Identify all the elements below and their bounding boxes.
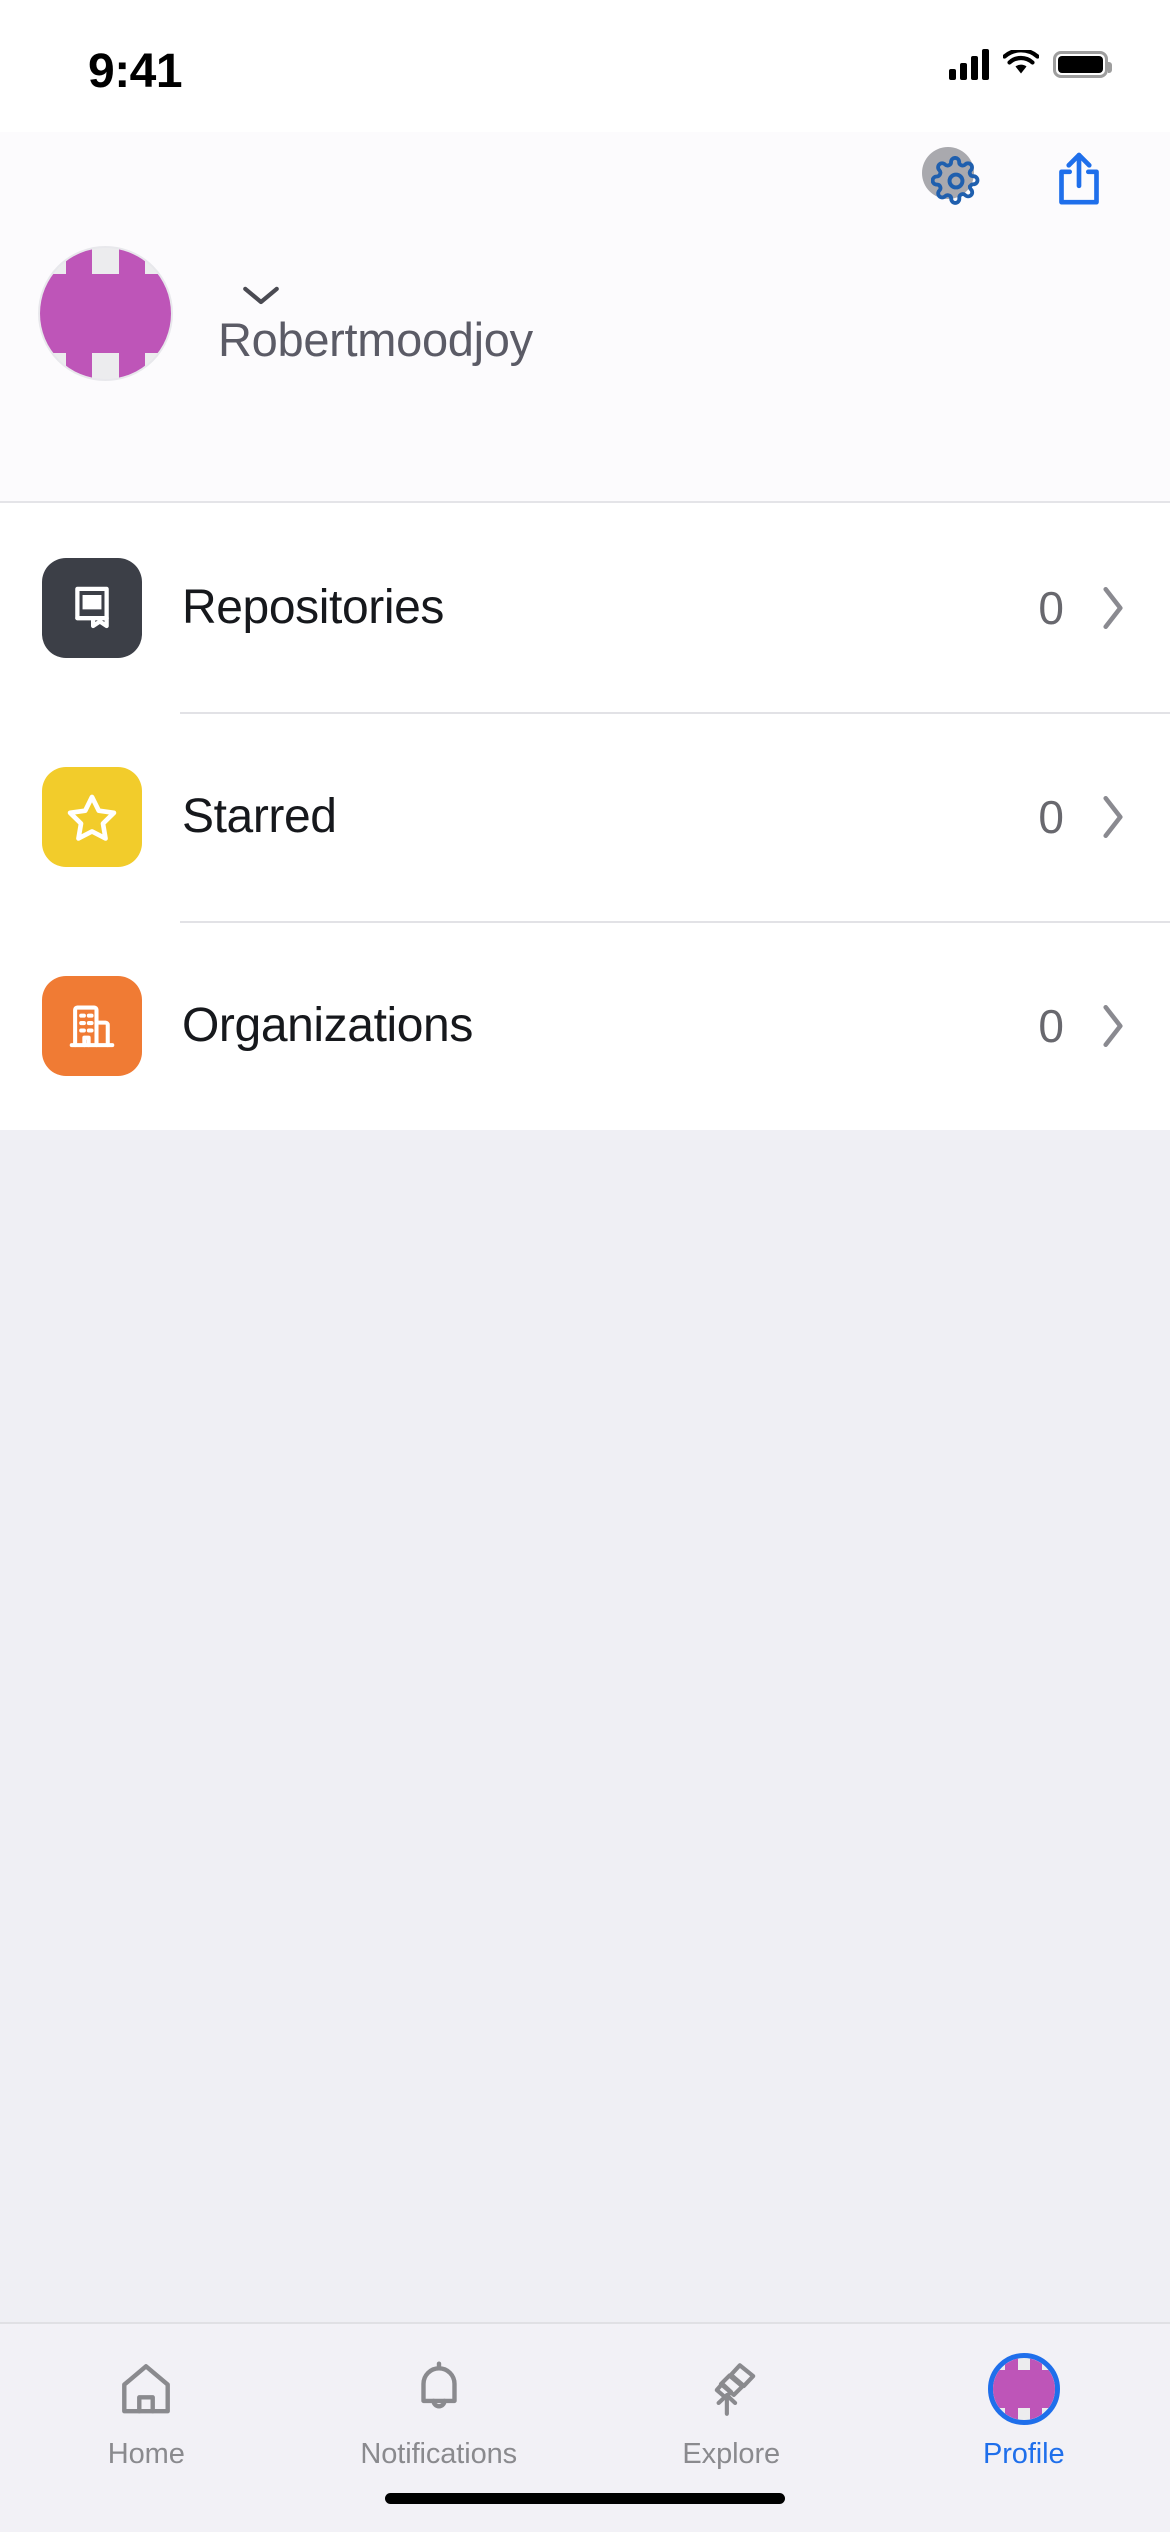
organization-building-icon (42, 975, 142, 1076)
status-bar: 9:41 (0, 0, 1170, 132)
profile-username: Robertmoodjoy (218, 313, 533, 366)
empty-content-area (0, 1130, 1170, 2322)
tab-explore[interactable]: Explore (585, 2350, 878, 2471)
gear-icon (918, 143, 992, 217)
header-toolbar (0, 132, 1170, 228)
settings-button[interactable] (918, 143, 992, 217)
tab-label: Explore (682, 2438, 781, 2470)
list-item-label: Organizations (182, 999, 473, 1052)
share-button[interactable] (1042, 143, 1116, 217)
list-item-starred[interactable]: Starred 0 (0, 712, 1170, 921)
wifi-icon (1003, 50, 1039, 74)
repo-book-icon (42, 557, 142, 658)
profile-avatar-icon (987, 2350, 1060, 2428)
list-item-repositories[interactable]: Repositories 0 (0, 503, 1170, 712)
status-bar-time: 9:41 (88, 45, 183, 98)
list-separator (180, 921, 1170, 923)
list-item-count: 0 (1038, 790, 1064, 843)
list-item-organizations[interactable]: Organizations 0 (0, 921, 1170, 1130)
star-icon (42, 766, 142, 867)
home-indicator (385, 2493, 785, 2504)
status-bar-indicators (949, 48, 1112, 80)
list-item-count: 0 (1038, 581, 1064, 634)
identicon-avatar-small (987, 2353, 1060, 2425)
list-item-label: Repositories (182, 581, 444, 634)
tab-label: Notifications (360, 2438, 518, 2470)
chevron-right-icon (1103, 586, 1123, 629)
profile-name-block: Robertmoodjoy (218, 282, 533, 366)
identicon-avatar[interactable] (38, 246, 173, 381)
home-icon (115, 2350, 177, 2428)
tab-home[interactable]: Home (0, 2350, 293, 2471)
tab-notifications[interactable]: Notifications (293, 2350, 586, 2471)
profile-header[interactable]: Robertmoodjoy (0, 228, 1170, 503)
chevron-right-icon (1103, 1004, 1123, 1047)
app-screen: 9:41 Robertmoodjoy Repositories 0 Starre… (0, 0, 1170, 2532)
share-icon (1059, 152, 1099, 205)
tab-label: Home (107, 2438, 185, 2470)
profile-menu-list: Repositories 0 Starred 0 Organizations 0 (0, 503, 1170, 1130)
battery-full-icon (1053, 50, 1112, 78)
chevron-right-icon (1103, 795, 1123, 838)
list-item-label: Starred (182, 790, 337, 843)
chevron-down-icon[interactable] (240, 282, 282, 308)
list-separator (180, 712, 1170, 714)
bell-icon (408, 2350, 470, 2428)
tab-label: Profile (983, 2438, 1065, 2470)
list-item-count: 0 (1038, 999, 1064, 1052)
cellular-signal-icon (949, 48, 989, 80)
tab-profile[interactable]: Profile (878, 2350, 1170, 2471)
telescope-icon (700, 2350, 762, 2428)
